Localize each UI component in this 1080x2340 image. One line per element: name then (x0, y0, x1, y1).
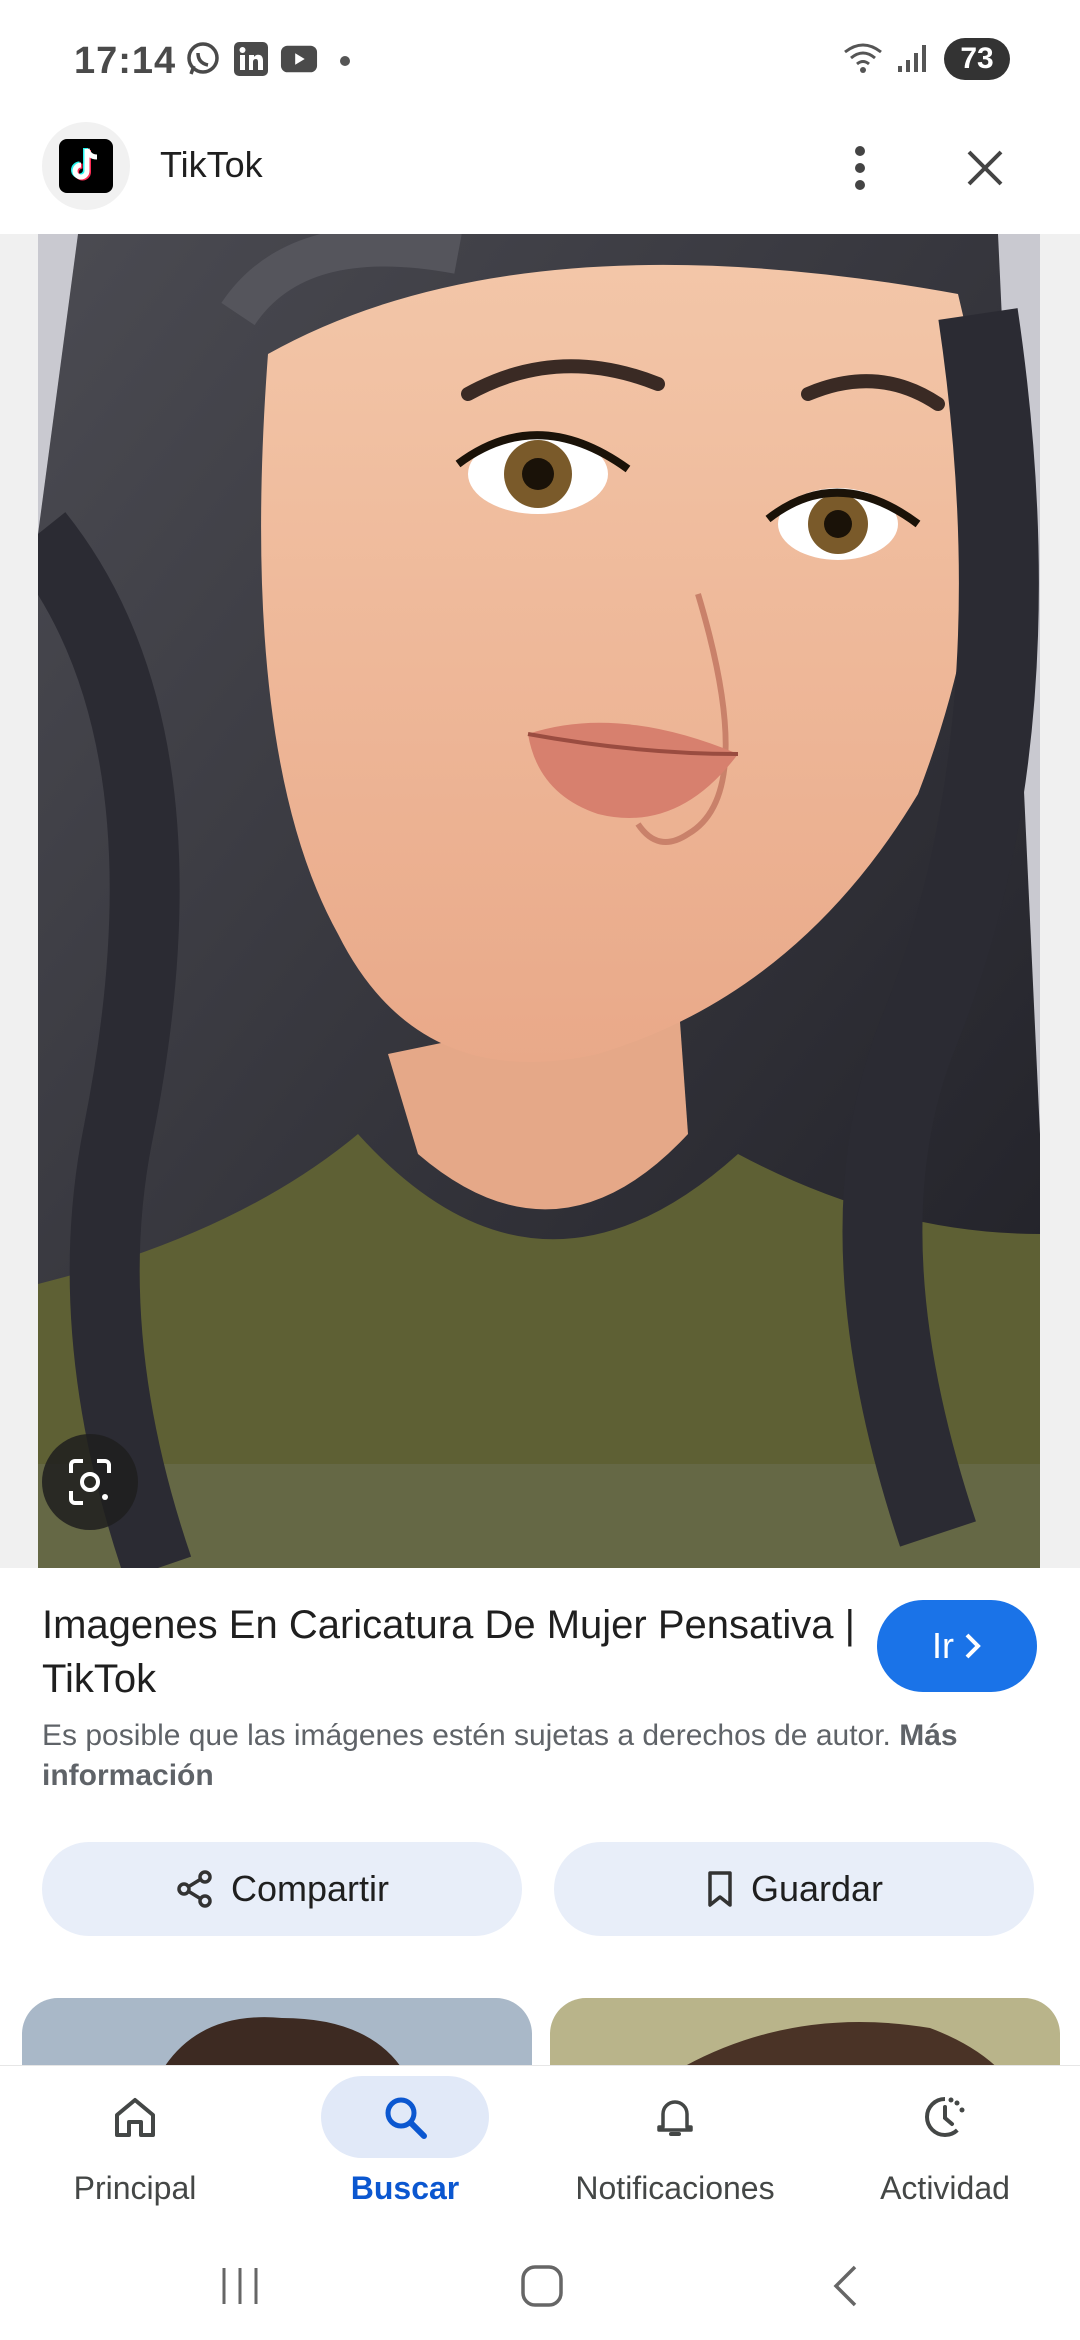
status-indicators: 73 (842, 38, 1010, 80)
go-button-label: Ir (932, 1625, 954, 1666)
copyright-notice: Es posible que las imágenes estén sujeta… (42, 1716, 1022, 1796)
nav-item-notificaciones[interactable]: Notificaciones (540, 2076, 810, 2226)
nav-icon-container (861, 2076, 1029, 2158)
home-square-icon (521, 2265, 563, 2307)
close-button[interactable] (955, 138, 1015, 198)
chevron-right-icon (965, 1633, 981, 1659)
home-icon (115, 2098, 155, 2137)
lens-icon (69, 1459, 111, 1505)
back-button[interactable] (805, 2256, 885, 2316)
nav-item-actividad[interactable]: Actividad (810, 2076, 1080, 2226)
result-title[interactable]: Imagenes En Caricatura De Mujer Pensativ… (42, 1598, 862, 1706)
nav-icon-container (321, 2076, 489, 2158)
nav-item-buscar[interactable]: Buscar (270, 2076, 540, 2226)
nav-icon-container (51, 2076, 219, 2158)
linkedin-icon (232, 40, 270, 78)
copyright-text: Es posible que las imágenes estén sujeta… (42, 1719, 891, 1752)
bookmark-icon (708, 1871, 732, 1907)
status-time: 17:14 (74, 40, 177, 82)
status-app-icons (184, 40, 318, 78)
notification-dot (340, 56, 350, 66)
go-button[interactable]: Ir (877, 1600, 1037, 1692)
save-button[interactable]: Guardar (554, 1842, 1034, 1936)
search-icon (385, 2097, 427, 2139)
more-vert-icon (855, 146, 865, 190)
more-options-button[interactable] (835, 138, 885, 198)
wifi-icon (842, 40, 884, 79)
nav-item-principal[interactable]: Principal (0, 2076, 270, 2226)
home-button[interactable] (502, 2256, 582, 2316)
related-thumbnail[interactable] (22, 1998, 532, 2066)
nav-label-actividad: Actividad (880, 2170, 1010, 2206)
result-image[interactable] (38, 234, 1040, 1568)
google-lens-button[interactable] (42, 1434, 138, 1530)
related-images (0, 1998, 1080, 2066)
share-label: Compartir (230, 1868, 390, 1909)
portrait-illustration (38, 234, 1040, 1568)
nav-label-principal: Principal (73, 2170, 197, 2206)
related-thumbnail[interactable] (550, 1998, 1060, 2066)
youtube-icon (280, 40, 318, 78)
nav-icon-container (591, 2076, 759, 2158)
nav-label-notificaciones: Notificaciones (575, 2170, 775, 2206)
status-bar: 17:14 73 (0, 0, 1080, 118)
image-viewer (0, 234, 1080, 1568)
save-label: Guardar (750, 1868, 884, 1909)
battery-indicator: 73 (944, 38, 1010, 80)
nav-label-buscar: Buscar (350, 2170, 460, 2206)
header: TikTok (0, 118, 1080, 234)
action-row: Compartir Guardar (42, 1842, 1034, 1936)
history-icon (925, 2097, 965, 2137)
share-icon (177, 1870, 212, 1908)
recent-apps-button[interactable] (200, 2256, 280, 2316)
bell-icon (657, 2100, 693, 2136)
back-icon (833, 2265, 857, 2307)
system-navigation (0, 2236, 1080, 2340)
signal-icon (896, 40, 932, 79)
whatsapp-icon (184, 40, 222, 78)
recent-apps-icon (222, 2268, 258, 2304)
close-icon (967, 150, 1003, 186)
share-button[interactable]: Compartir (42, 1842, 522, 1936)
site-name: TikTok (160, 144, 263, 185)
bottom-navigation: Principal Buscar Notificaciones Activida… (0, 2066, 1080, 2236)
tiktok-icon (42, 122, 130, 210)
